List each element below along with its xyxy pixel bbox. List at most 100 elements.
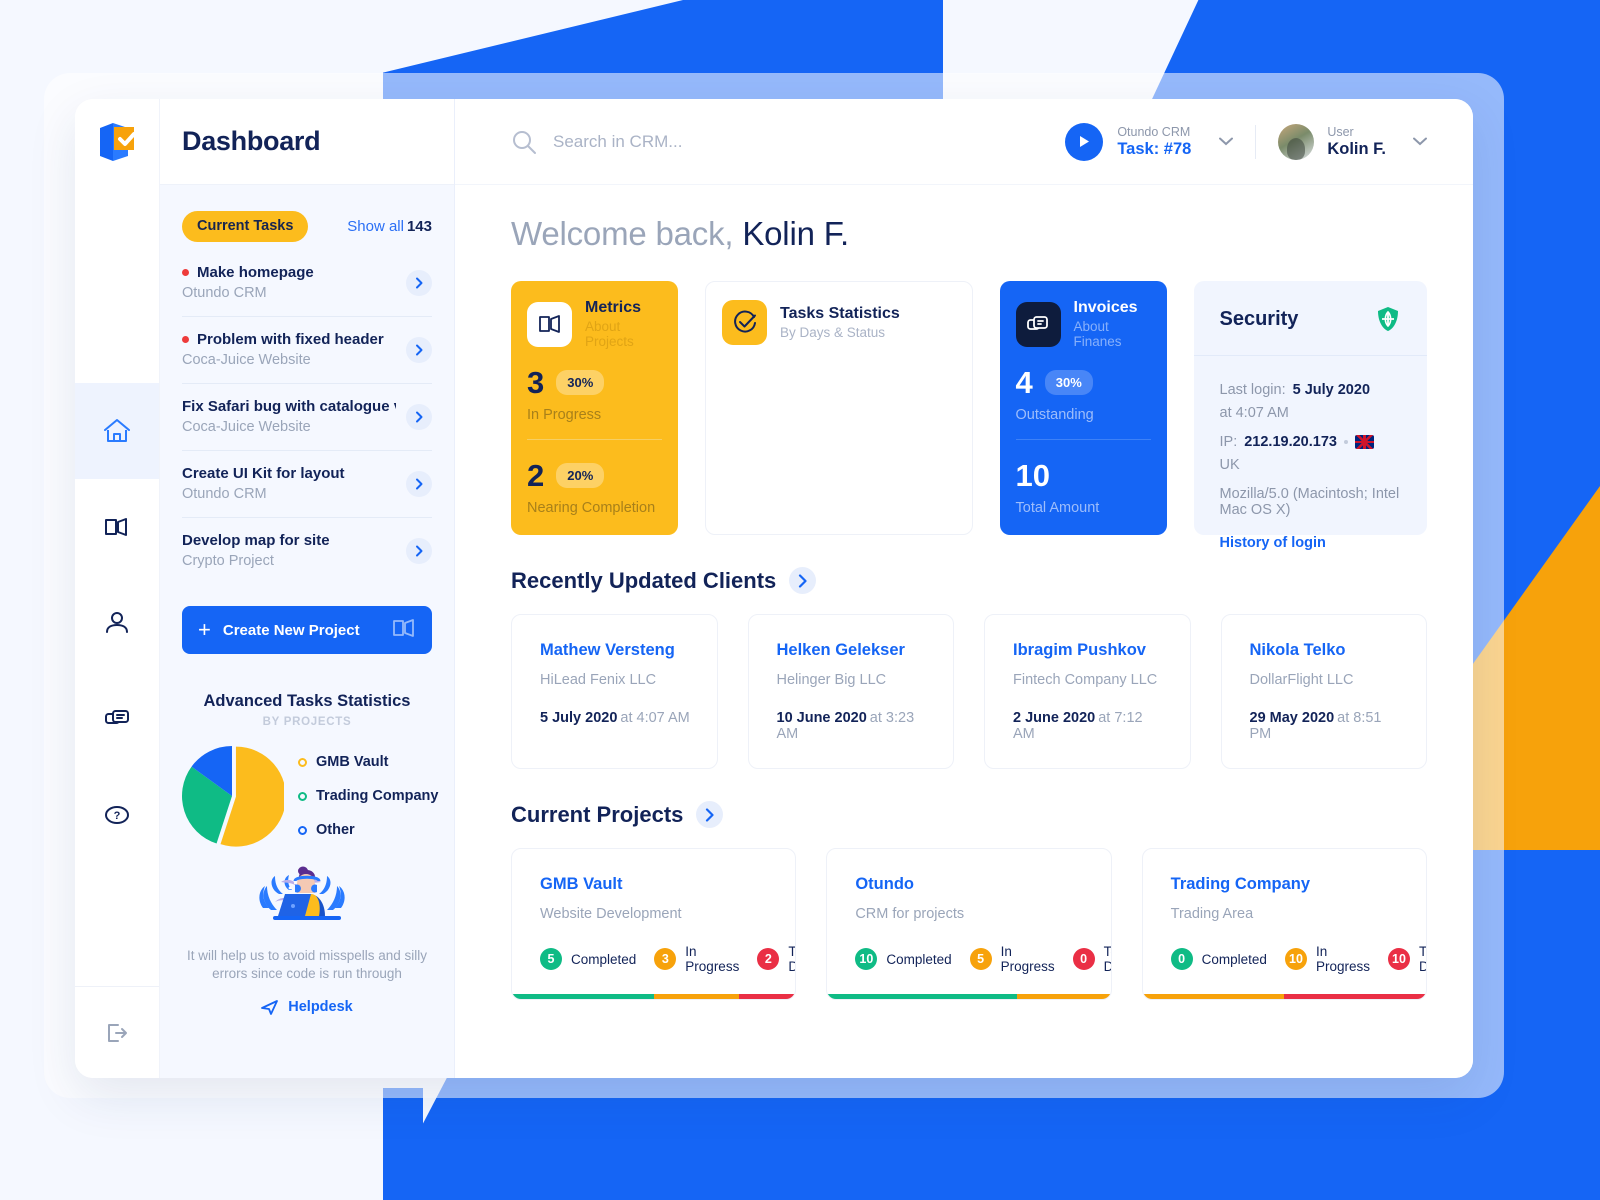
search-icon[interactable]: [511, 129, 537, 155]
box-icon: [105, 518, 127, 536]
metric-label: Nearing Completion: [527, 500, 656, 516]
task-dropdown-toggle[interactable]: [1219, 133, 1234, 151]
list-item[interactable]: Problem with fixed header Coca-Juice Web…: [182, 317, 432, 384]
client-updated-time: at 7:12 AM: [1013, 710, 1143, 742]
task-open-button[interactable]: [406, 470, 432, 497]
status-badge-label: Completed: [571, 951, 637, 967]
client-name: Ibragim Pushkov: [1013, 641, 1146, 659]
summary-cards-row: Metrics About Projects 3 30% In Progress: [511, 281, 1427, 551]
client-card[interactable]: Ibragim Pushkov Fintech Company LLC 2 Ju…: [984, 614, 1191, 769]
user-menu[interactable]: User Kolin F.: [1278, 123, 1427, 160]
user-dropdown-toggle[interactable]: [1413, 133, 1427, 151]
sidebar-item-projects[interactable]: [75, 479, 159, 575]
metric-value: 2: [527, 458, 545, 493]
clients-section-more-button[interactable]: [789, 567, 817, 594]
client-card[interactable]: Mathew Versteng HiLead Fenix LLC 5 July …: [511, 614, 718, 769]
task-project: Coca-Juice Website: [182, 419, 311, 435]
status-badge-label: Completed: [886, 951, 952, 967]
ip-value: 212.19.20.173: [1244, 434, 1337, 450]
task-open-button[interactable]: [406, 336, 432, 363]
progress-segment-in-progress: [653, 994, 739, 999]
play-button[interactable]: [1065, 122, 1104, 161]
metric-value: 4: [1015, 365, 1033, 400]
metrics-card-titles: Metrics About Projects: [585, 299, 662, 349]
app-window: ? Dashboard Current Tasks Show all 143 M…: [75, 99, 1473, 1078]
task-title-text: Create UI Kit for layout: [182, 465, 345, 482]
task-project: Coca-Juice Website: [182, 352, 311, 368]
status-badge-label: In Progress: [1315, 944, 1370, 974]
security-card-title: Security: [1219, 307, 1299, 330]
sidebar-item-clients[interactable]: [75, 575, 159, 671]
progress-segment-todo: [1284, 994, 1426, 999]
box-icon: [392, 617, 416, 643]
metrics-card-title: Metrics: [585, 299, 642, 316]
list-item[interactable]: Create UI Kit for layout Otundo CRM: [182, 451, 432, 518]
metric-label: Total Amount: [1015, 500, 1100, 516]
app-logo[interactable]: [75, 99, 159, 185]
create-new-project-button[interactable]: + Create New Project: [182, 606, 432, 654]
status-badge-label: To Do: [1103, 944, 1111, 974]
legend-item: Trading Company: [298, 788, 438, 804]
list-item[interactable]: Fix Safari bug with catalogue vi... Coca…: [182, 384, 432, 451]
list-item[interactable]: Make homepage Otundo CRM: [182, 250, 432, 317]
project-card[interactable]: Otundo CRM for projects 10 Completed 5 I…: [826, 848, 1112, 1000]
tasks-statistics-card: Tasks Statistics By Days & Status: [705, 281, 973, 535]
task-open-button[interactable]: [406, 537, 432, 564]
projects-row: GMB Vault Website Development 5 Complete…: [511, 848, 1427, 1000]
tasks-toolbar: Current Tasks Show all 143: [160, 185, 454, 250]
task-open-button[interactable]: [406, 403, 432, 430]
chevron-right-icon: [415, 277, 422, 288]
user-name: Kolin F.: [1327, 139, 1386, 158]
invoices-card-title: Invoices: [1073, 299, 1138, 316]
svg-text:?: ?: [114, 810, 121, 822]
advanced-stats-title: Advanced Tasks Statistics: [203, 692, 411, 710]
client-card[interactable]: Helken Gelekser Helinger Big LLC 10 June…: [747, 614, 954, 769]
client-card[interactable]: Nikola Telko DollarFlight LLC 29 May 202…: [1220, 614, 1427, 769]
security-card-body: Last login: 5 July 2020 at 4:07 AM IP: 2…: [1194, 356, 1428, 551]
task-title: Create UI Kit for layout: [182, 465, 345, 482]
helpdesk-link[interactable]: Helpdesk: [184, 999, 430, 1015]
status-badge-label: To Do: [788, 944, 796, 974]
sidebar-header: Dashboard: [160, 99, 454, 185]
project-card[interactable]: GMB Vault Website Development 5 Complete…: [511, 848, 797, 1000]
project-card[interactable]: Trading Company Trading Area 0 Completed…: [1141, 848, 1427, 1000]
metric-row: 2 20% Nearing Completion: [527, 439, 662, 516]
uk-flag-icon: [1354, 435, 1374, 449]
status-badge: 3: [654, 948, 677, 970]
legend-label: Trading Company: [316, 788, 439, 804]
project-type: Website Development: [540, 906, 682, 922]
create-new-project-label: Create New Project: [222, 621, 360, 639]
clients-row: Mathew Versteng HiLead Fenix LLC 5 July …: [511, 614, 1427, 769]
task-open-button[interactable]: [406, 269, 432, 296]
project-status-badges: 10 Completed 5 In Progress 0 To Do: [855, 944, 1111, 974]
chevron-right-icon: [705, 807, 714, 822]
sidebar-item-messages[interactable]: [75, 671, 159, 767]
client-updated-time: at 8:51 PM: [1249, 710, 1382, 742]
history-of-login-link[interactable]: History of login: [1220, 535, 1402, 551]
show-all-link[interactable]: Show all 143: [347, 218, 432, 235]
sidebar-item-home[interactable]: [75, 383, 159, 479]
list-item[interactable]: Develop map for site Crypto Project: [182, 518, 432, 584]
urgent-dot-icon: [182, 336, 189, 343]
project-progress-bar: [827, 994, 1111, 999]
urgent-dot-icon: [182, 269, 189, 276]
home-icon: [104, 419, 130, 442]
tasks-sidebar: Dashboard Current Tasks Show all 143 Make…: [160, 99, 455, 1078]
task-title-text: Develop map for site: [182, 532, 330, 549]
user-role-label: User: [1327, 124, 1354, 139]
project-type: Trading Area: [1170, 906, 1254, 922]
metrics-card-subtitle: About Projects: [585, 319, 634, 349]
search-input[interactable]: [553, 131, 973, 152]
status-badge: 10: [855, 948, 878, 970]
projects-section-heading: Current Projects: [511, 801, 1427, 828]
sidebar-item-help[interactable]: ?: [75, 767, 159, 863]
task-context-value: Task: #78: [1117, 139, 1192, 158]
projects-section-more-button[interactable]: [696, 801, 724, 828]
task-project: Crypto Project: [182, 553, 274, 569]
chevron-right-icon: [798, 573, 807, 588]
logout-button[interactable]: [75, 986, 159, 1078]
current-tasks-pill[interactable]: Current Tasks: [182, 211, 309, 242]
project-name: GMB Vault: [540, 875, 623, 893]
chevron-right-icon: [415, 411, 422, 422]
project-type: CRM for projects: [855, 906, 965, 922]
